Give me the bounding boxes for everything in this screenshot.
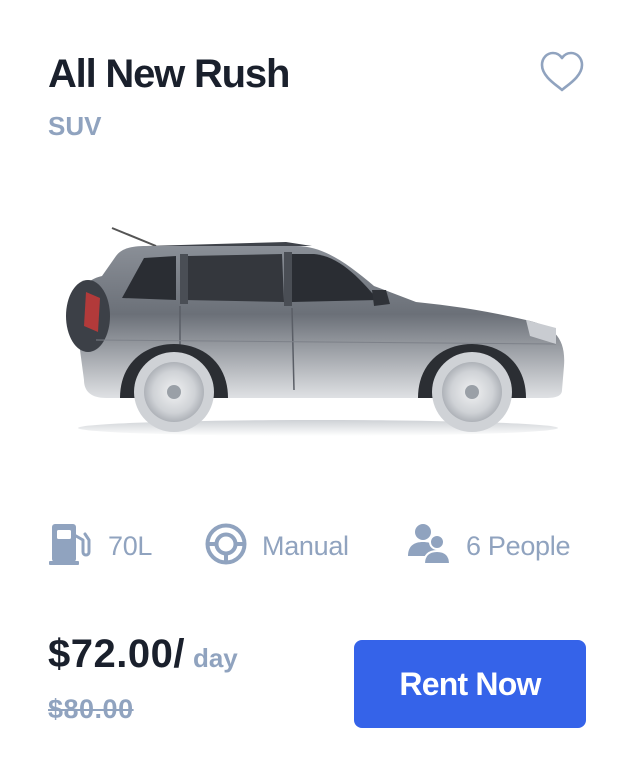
car-specs: 70L Manual 6 People: [48, 522, 588, 570]
spec-capacity: 6 People: [406, 522, 571, 571]
suv-car-image: [56, 220, 576, 445]
people-icon: [406, 522, 452, 571]
favorite-button[interactable]: [538, 50, 586, 94]
heart-outline-icon: [538, 51, 586, 97]
price-row: $72.00/day: [48, 632, 238, 677]
price-period: day: [192, 643, 238, 673]
original-price: $80.00: [48, 694, 134, 724]
car-category: SUV: [48, 111, 102, 141]
gas-station-icon: [48, 522, 94, 571]
spec-fuel: 70L: [48, 522, 152, 570]
car-card: All New Rush SUV 70L Manual 6 People $72…: [0, 0, 634, 776]
rent-now-button[interactable]: Rent Now: [354, 640, 586, 728]
steering-wheel-icon: [204, 522, 248, 571]
car-name: All New Rush: [48, 52, 290, 96]
rental-price: $72.00/: [48, 632, 185, 676]
spec-capacity-label: 6 People: [466, 530, 571, 561]
spec-fuel-label: 70L: [108, 530, 153, 561]
spec-transmission: Manual: [204, 522, 349, 570]
spec-transmission-label: Manual: [262, 530, 349, 561]
